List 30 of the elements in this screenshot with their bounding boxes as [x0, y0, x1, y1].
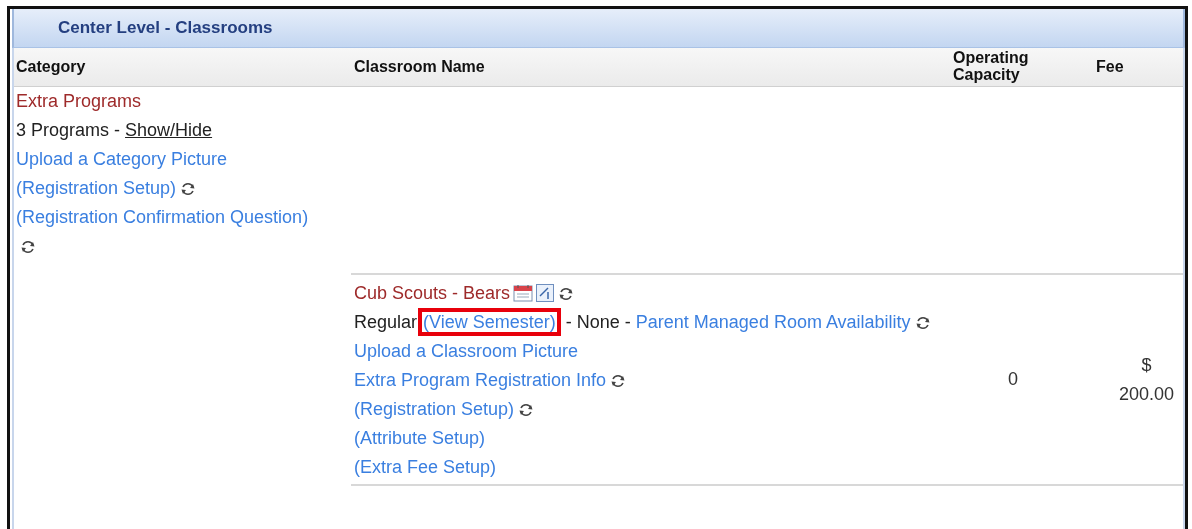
edit-icon[interactable]: [536, 284, 555, 302]
refresh-icon[interactable]: [557, 286, 576, 302]
category-name: Cub Scouts - Bears: [354, 283, 511, 303]
row-text: 3 Programs -: [16, 120, 122, 140]
column-header: Operating Capacity: [951, 48, 1090, 87]
refresh-icon[interactable]: [19, 239, 37, 255]
setup-link[interactable]: Parent Managed Room Availability: [635, 312, 911, 332]
panel-title: Center Level - Classrooms: [58, 18, 273, 38]
column-header: Category: [14, 48, 351, 87]
setup-link[interactable]: Upload a Category Picture: [16, 149, 228, 169]
row-text: - None -: [564, 312, 632, 332]
capacity-value: 0: [1008, 369, 1018, 390]
setup-link[interactable]: (Registration Confirmation Question): [16, 207, 309, 227]
setup-link[interactable]: (View Semester): [418, 308, 561, 336]
refresh-icon[interactable]: [609, 373, 628, 389]
column-header: Classroom Name: [351, 48, 951, 87]
column-header: Fee: [1090, 48, 1183, 87]
setup-link[interactable]: (Registration Setup): [16, 178, 177, 198]
calendar-icon[interactable]: [513, 284, 534, 302]
refresh-icon[interactable]: [517, 402, 536, 418]
setup-link[interactable]: Extra Program Registration Info: [354, 370, 607, 390]
setup-link[interactable]: (Extra Fee Setup): [354, 457, 497, 477]
fee-value: $ 200.00: [1117, 353, 1176, 406]
setup-link[interactable]: Upload a Classroom Picture: [354, 341, 579, 361]
setup-link[interactable]: (Registration Setup): [354, 399, 515, 419]
row-text: Regular: [354, 312, 418, 332]
category-name: Extra Programs: [16, 91, 142, 111]
refresh-icon[interactable]: [179, 181, 198, 197]
setup-link[interactable]: (Attribute Setup): [354, 428, 486, 448]
show-hide-link[interactable]: Show/Hide: [125, 120, 213, 140]
